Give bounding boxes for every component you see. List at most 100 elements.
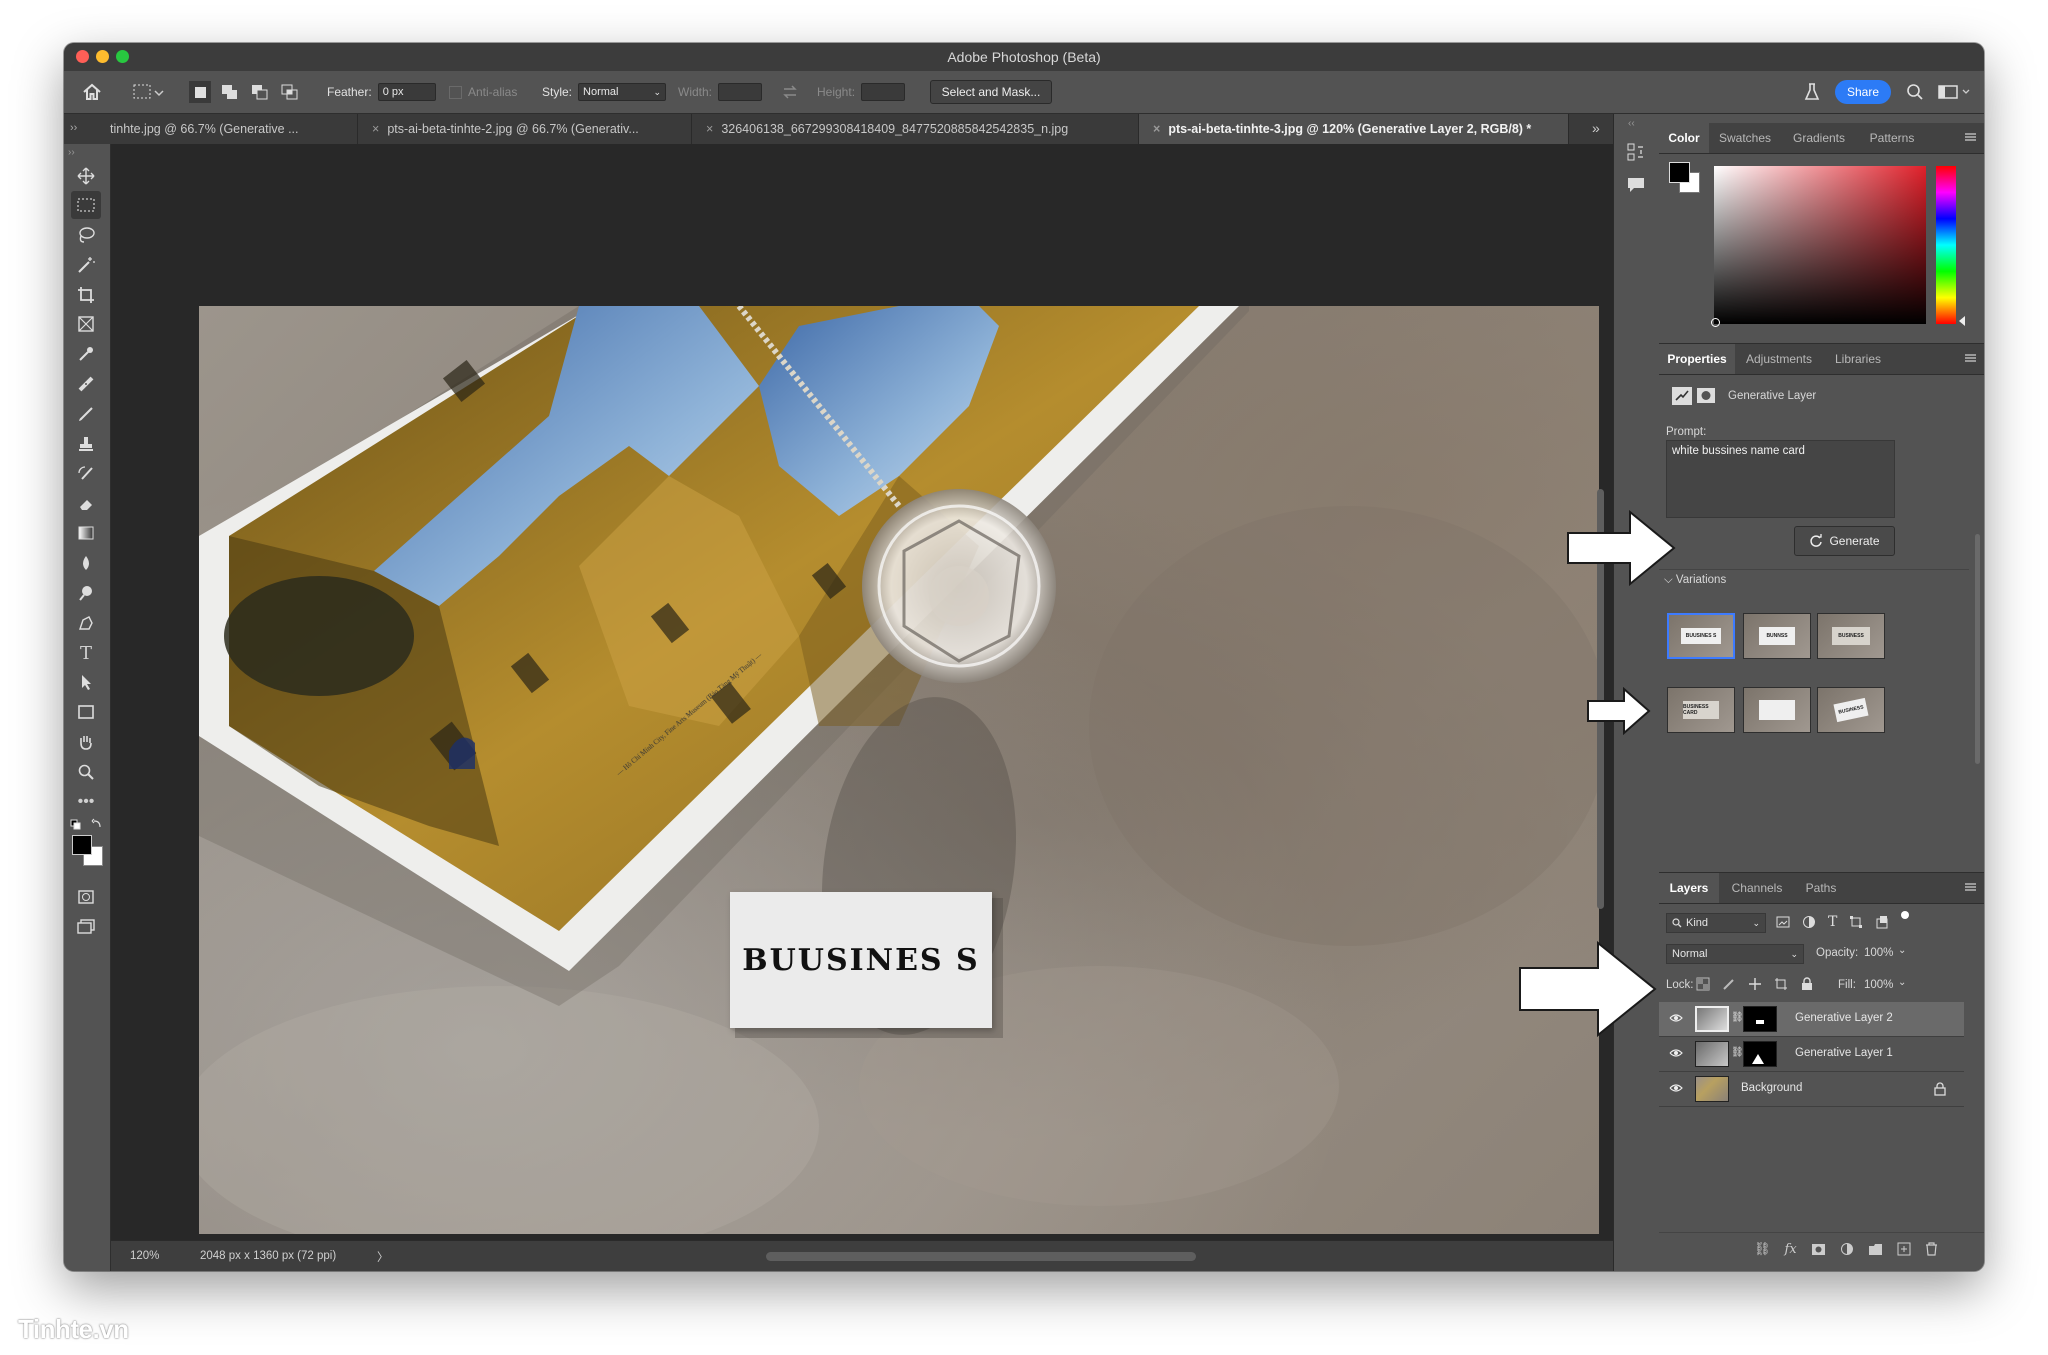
eyedropper-tool-icon[interactable] xyxy=(71,340,101,368)
tabs-collapse-icon[interactable]: ›› xyxy=(70,122,77,134)
link-icon[interactable]: ⛓ xyxy=(1731,1047,1744,1058)
beaker-icon[interactable] xyxy=(1804,71,1820,113)
crop-tool-icon[interactable] xyxy=(71,281,101,309)
lock-position-icon[interactable] xyxy=(1748,977,1762,991)
feather-input[interactable]: 0 px xyxy=(377,83,436,101)
swap-dimensions-icon[interactable] xyxy=(782,71,798,113)
blur-tool-icon[interactable] xyxy=(71,549,101,577)
horizontal-scrollbar[interactable] xyxy=(766,1252,1196,1261)
select-and-mask-button[interactable]: Select and Mask... xyxy=(930,80,1052,104)
visibility-eye-icon[interactable] xyxy=(1669,1013,1683,1023)
quick-mask-icon[interactable] xyxy=(71,883,101,911)
tab-properties[interactable]: Properties xyxy=(1659,344,1735,374)
document-image[interactable]: — Hô Chí Minh City, Fine Arts Museum (Bả… xyxy=(199,306,1599,1234)
foreground-background-swatch[interactable] xyxy=(72,835,104,867)
path-selection-tool-icon[interactable] xyxy=(71,668,101,696)
width-input[interactable] xyxy=(718,83,763,101)
tab-adjustments[interactable]: Adjustments xyxy=(1735,344,1823,374)
layer-kind-filter[interactable]: Kind ⌄ xyxy=(1666,913,1766,933)
lasso-tool-icon[interactable] xyxy=(71,221,101,249)
rectangle-tool-icon[interactable] xyxy=(71,698,101,726)
toolbar-expand-icon[interactable]: ›› xyxy=(68,147,75,158)
add-to-selection-icon[interactable] xyxy=(219,81,241,103)
search-icon[interactable] xyxy=(1906,71,1924,113)
shape-filter-icon[interactable] xyxy=(1849,915,1863,929)
history-panel-icon[interactable] xyxy=(1626,142,1646,169)
new-selection-icon[interactable] xyxy=(189,81,211,103)
layer-mask-thumbnail[interactable] xyxy=(1743,1041,1777,1067)
adjustment-filter-icon[interactable] xyxy=(1802,915,1816,929)
marquee-preset-icon[interactable] xyxy=(132,71,164,113)
tab-swatches[interactable]: Swatches xyxy=(1709,123,1781,153)
hue-slider-handle[interactable] xyxy=(1959,316,1965,326)
add-mask-icon[interactable] xyxy=(1811,1243,1826,1256)
tab-pts-ai-beta-2[interactable]: × pts-ai-beta-tinhte-2.jpg @ 66.7% (Gener… xyxy=(358,114,692,144)
intersect-selection-icon[interactable] xyxy=(279,81,301,103)
properties-scrollbar[interactable] xyxy=(1975,534,1980,764)
layer-name[interactable]: Background xyxy=(1741,1082,1802,1094)
close-tab-icon[interactable]: × xyxy=(1153,122,1160,136)
visibility-eye-icon[interactable] xyxy=(1669,1048,1683,1058)
default-colors-icon[interactable] xyxy=(70,818,104,832)
type-filter-icon[interactable]: T xyxy=(1828,915,1837,929)
history-brush-tool-icon[interactable] xyxy=(71,460,101,488)
screen-mode-icon[interactable] xyxy=(71,912,101,940)
lock-transparent-pixels-icon[interactable] xyxy=(1696,977,1710,991)
home-icon[interactable] xyxy=(82,71,102,113)
chevron-right-icon[interactable]: 〉 xyxy=(377,1249,389,1265)
zoom-level[interactable]: 120% xyxy=(130,1250,159,1262)
layer-thumbnail[interactable] xyxy=(1695,1076,1729,1102)
adjustment-layer-icon[interactable] xyxy=(1840,1242,1854,1256)
clone-stamp-tool-icon[interactable] xyxy=(71,430,101,458)
color-fg-bg-swatch[interactable] xyxy=(1669,162,1701,194)
hue-slider[interactable] xyxy=(1936,166,1956,324)
tab-libraries[interactable]: Libraries xyxy=(1823,344,1893,374)
panel-menu-icon[interactable] xyxy=(1965,883,1976,891)
tab-layers[interactable]: Layers xyxy=(1659,873,1719,903)
link-icon[interactable]: ⛓ xyxy=(1731,1012,1744,1023)
variation-thumbnail-1[interactable]: BUUSINES S xyxy=(1667,613,1735,659)
color-picker-handle[interactable] xyxy=(1711,318,1720,327)
blend-mode-select[interactable]: Normal ⌄ xyxy=(1666,944,1804,964)
layer-name[interactable]: Generative Layer 2 xyxy=(1795,1012,1893,1024)
layer-row-generative-layer-1[interactable]: ⛓ Generative Layer 1 xyxy=(1659,1037,1964,1072)
chevron-down-icon[interactable]: ⌄ xyxy=(1898,977,1906,988)
anti-alias-checkbox[interactable] xyxy=(449,85,462,99)
layer-row-generative-layer-2[interactable]: ⛓ Generative Layer 2 xyxy=(1659,1002,1964,1037)
pen-tool-icon[interactable] xyxy=(71,609,101,637)
style-select[interactable]: Normal ⌄ xyxy=(578,83,667,101)
lock-all-icon[interactable] xyxy=(1800,977,1814,991)
variation-thumbnail-2[interactable]: BUNNSS xyxy=(1743,613,1811,659)
prompt-input[interactable]: white bussines name card xyxy=(1666,440,1895,518)
generate-button[interactable]: Generate xyxy=(1794,526,1895,556)
move-tool-icon[interactable] xyxy=(71,162,101,190)
filter-toggle-icon[interactable] xyxy=(1901,911,1910,919)
zoom-tool-icon[interactable] xyxy=(71,758,101,786)
layer-thumbnail[interactable] xyxy=(1695,1041,1729,1067)
panel-menu-icon[interactable] xyxy=(1965,354,1976,362)
layer-thumbnail[interactable] xyxy=(1695,1006,1729,1032)
subtract-from-selection-icon[interactable] xyxy=(249,81,271,103)
pixel-filter-icon[interactable] xyxy=(1776,915,1790,929)
rectangular-marquee-tool-icon[interactable] xyxy=(71,191,101,219)
layer-mask-thumbnail[interactable] xyxy=(1743,1006,1777,1032)
tab-patterns[interactable]: Patterns xyxy=(1857,123,1927,153)
tab-gradients[interactable]: Gradients xyxy=(1781,123,1857,153)
dock-collapse-icon[interactable]: ‹‹ xyxy=(1628,118,1635,129)
more-tabs-icon[interactable]: » xyxy=(1592,120,1600,136)
fx-icon[interactable]: fx xyxy=(1785,1242,1797,1257)
tab-pts-ai-beta-3[interactable]: × pts-ai-beta-tinhte-3.jpg @ 120% (Genera… xyxy=(1139,114,1569,144)
frame-tool-icon[interactable] xyxy=(71,310,101,338)
delete-layer-icon[interactable] xyxy=(1925,1242,1938,1256)
tab-326406138[interactable]: × 326406138_667299308418409_8477520885842… xyxy=(692,114,1139,144)
smart-object-filter-icon[interactable] xyxy=(1875,915,1889,929)
layer-name[interactable]: Generative Layer 1 xyxy=(1795,1047,1893,1059)
hand-tool-icon[interactable] xyxy=(71,728,101,756)
variation-thumbnail-4[interactable]: BUSINESS CARD xyxy=(1667,687,1735,733)
lock-artboard-icon[interactable] xyxy=(1774,977,1788,991)
tab-tinhte[interactable]: tinhte.jpg @ 66.7% (Generative ... xyxy=(88,114,358,144)
brush-tool-icon[interactable] xyxy=(71,400,101,428)
panel-menu-icon[interactable] xyxy=(1965,133,1976,141)
tab-color[interactable]: Color xyxy=(1659,123,1709,153)
tab-paths[interactable]: Paths xyxy=(1795,873,1847,903)
